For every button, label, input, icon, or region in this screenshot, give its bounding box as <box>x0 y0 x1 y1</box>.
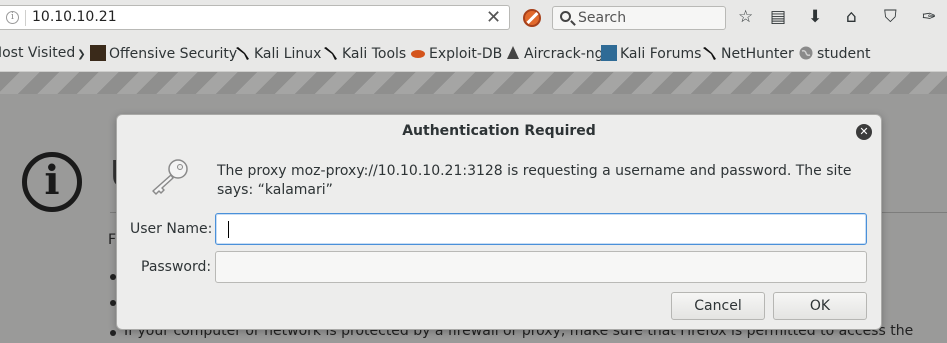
close-icon[interactable]: ✕ <box>856 124 872 140</box>
bookmark-most-visited[interactable]: Most Visited❯ <box>0 45 86 61</box>
search-icon <box>560 11 571 22</box>
bookmark-label: student <box>817 46 871 62</box>
bookmark-exploit-db[interactable]: Exploit-DB <box>410 45 502 62</box>
extension-icon[interactable]: ✑ <box>922 7 936 27</box>
noscript-block-icon[interactable] <box>523 9 541 27</box>
exploit-db-icon <box>410 45 426 61</box>
url-separator <box>25 10 26 26</box>
bookmark-label: Aircrack-ng <box>524 46 604 62</box>
error-text-fragment: F <box>108 232 117 248</box>
dialog-message: The proxy moz-proxy://10.10.10.21:3128 i… <box>217 163 852 198</box>
home-icon[interactable]: ⌂ <box>846 7 857 27</box>
site-info-icon[interactable]: i <box>6 11 19 24</box>
library-icon[interactable]: ▤ <box>770 7 786 27</box>
chevron-down-icon: ❯ <box>77 49 86 60</box>
bookmark-label: Exploit-DB <box>429 46 503 62</box>
bookmark-label: Kali Forums <box>620 46 702 62</box>
url-text[interactable]: 10.10.10.21 <box>32 9 117 25</box>
username-label: User Name: <box>130 221 213 237</box>
bookmark-kali-forums[interactable]: Kali Forums <box>601 45 701 62</box>
bookmark-label: Kali Tools <box>342 46 407 62</box>
offsec-icon <box>90 45 106 61</box>
bookmark-kali-linux[interactable]: Kali Linux <box>235 45 321 62</box>
warning-stripes <box>0 72 947 94</box>
globe-icon <box>798 45 814 61</box>
username-input[interactable] <box>215 213 867 245</box>
authentication-dialog: Authentication Required ✕ The proxy moz-… <box>116 114 882 330</box>
navigation-toolbar: i 10.10.10.21 ✕ Search ☆ ▤ ⬇ ⌂ ⛉ ✑ <box>0 0 947 36</box>
password-label: Password: <box>141 259 212 275</box>
cancel-button[interactable]: Cancel <box>671 292 765 320</box>
bookmark-label: NetHunter <box>721 46 794 62</box>
ok-button[interactable]: OK <box>773 292 867 320</box>
bullet <box>110 330 116 336</box>
text-caret <box>228 221 229 238</box>
bookmark-kali-tools[interactable]: Kali Tools <box>323 45 406 62</box>
kali-dragon-icon <box>702 45 718 61</box>
kali-dragon-icon <box>235 45 251 61</box>
downloads-icon[interactable]: ⬇ <box>808 7 822 27</box>
bookmark-label: Offensive Security <box>109 46 238 62</box>
info-icon: i <box>22 152 82 212</box>
clear-url-icon[interactable]: ✕ <box>486 7 501 28</box>
aircrack-icon <box>505 45 521 61</box>
pocket-icon[interactable]: ⛉ <box>884 7 897 27</box>
bookmark-student[interactable]: student <box>798 45 871 62</box>
bookmark-nethunter[interactable]: NetHunter <box>702 45 794 62</box>
search-placeholder: Search <box>578 10 627 26</box>
bookmark-aircrack-ng[interactable]: Aircrack-ng <box>505 45 604 62</box>
bookmark-label: Most Visited <box>0 45 76 61</box>
url-bar[interactable]: i 10.10.10.21 ✕ <box>0 5 510 30</box>
bookmarks-toolbar: Most Visited❯ Offensive Security Kali Li… <box>0 36 947 72</box>
bookmark-offensive-security[interactable]: Offensive Security <box>90 45 237 62</box>
password-input[interactable] <box>215 251 867 283</box>
kali-dragon-icon <box>323 45 339 61</box>
bookmark-star-icon[interactable]: ☆ <box>738 7 753 27</box>
key-icon <box>152 159 188 195</box>
dialog-title: Authentication Required <box>402 123 596 139</box>
search-bar[interactable]: Search <box>552 6 726 30</box>
kali-forums-icon <box>601 45 617 61</box>
bookmark-label: Kali Linux <box>254 46 322 62</box>
